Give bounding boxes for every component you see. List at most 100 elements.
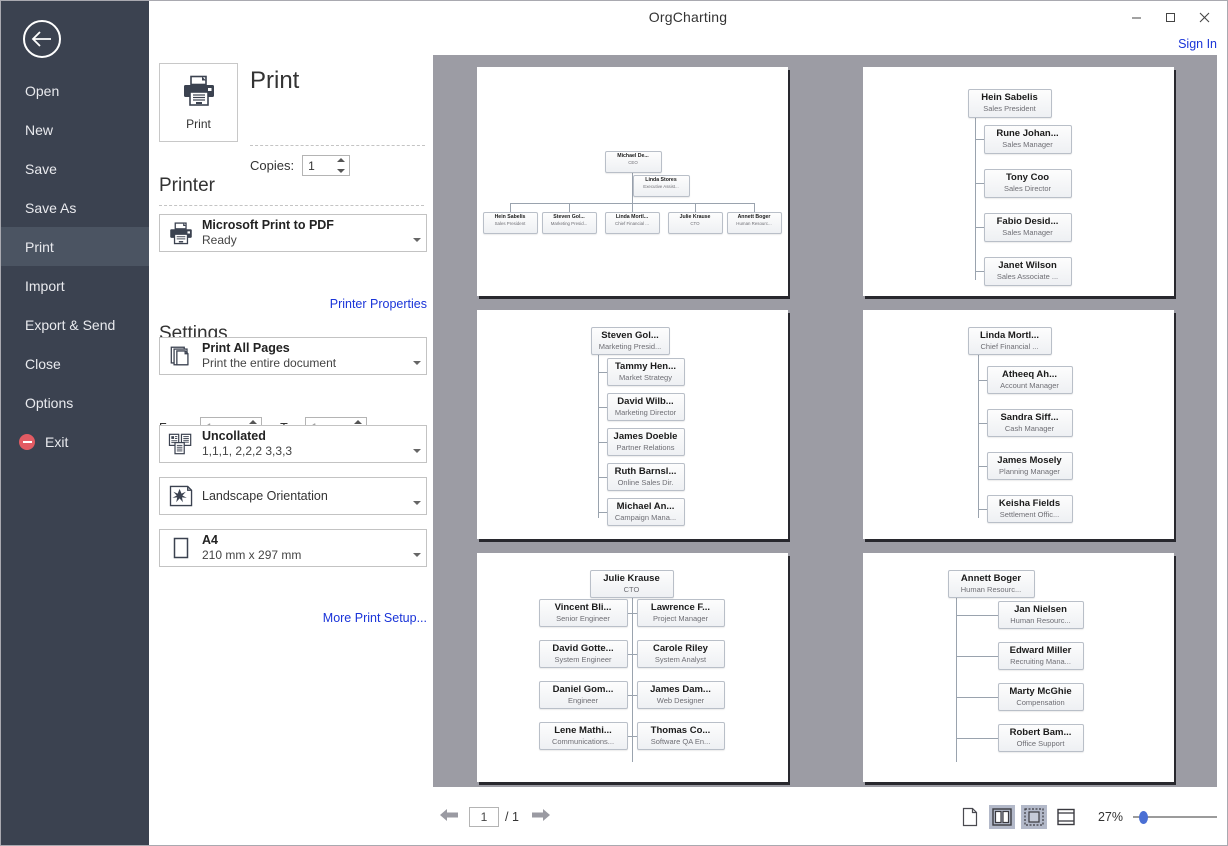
single-page-icon[interactable] — [957, 805, 983, 829]
org-node[interactable]: Julie Krause CTO — [667, 212, 723, 234]
print-preview-area[interactable]: Michael De... CEO Linda Stores Executive… — [433, 55, 1217, 787]
preview-page[interactable]: Steven Gol... Marketing Presid... Tammy … — [476, 310, 788, 539]
maximize-button[interactable] — [1153, 3, 1187, 31]
org-node-root[interactable]: Steven Gol... Marketing Presid... — [590, 327, 670, 355]
preview-page[interactable]: Julie Krause CTO Vincent Bli... Senior E… — [476, 553, 788, 782]
org-node-title: Sales President — [983, 104, 1036, 113]
chevron-down-icon[interactable] — [408, 338, 426, 374]
org-node-root[interactable]: Michael De... CEO — [604, 151, 662, 173]
copies-spinner[interactable] — [335, 157, 346, 174]
page-width-icon[interactable] — [1053, 805, 1079, 829]
orientation-select[interactable]: Landscape Orientation — [159, 477, 427, 515]
org-node-title: Communications... — [551, 737, 615, 746]
preview-page[interactable]: Hein Sabelis Sales President Rune Johan.… — [862, 67, 1174, 296]
preview-page[interactable]: Annett Boger Human Resourc... Jan Nielse… — [862, 553, 1174, 782]
pages-icon — [160, 344, 202, 368]
more-print-setup-link[interactable]: More Print Setup... — [323, 611, 427, 625]
sidebar-item-import[interactable]: Import — [1, 266, 149, 305]
org-node[interactable]: Vincent Bli... Senior Engineer — [538, 599, 628, 627]
org-node-name: Hein Sabelis — [981, 92, 1038, 103]
sidebar-item-export-send[interactable]: Export & Send — [1, 305, 149, 344]
org-node[interactable]: James Dam... Web Designer — [636, 681, 725, 709]
org-node[interactable]: Annett Boger Human Resourc... — [726, 212, 782, 234]
org-node[interactable]: James Mosely Planning Manager — [986, 452, 1073, 480]
copies-stepper[interactable]: 1 — [302, 155, 351, 176]
org-node[interactable]: James Doeble Partner Relations — [606, 428, 685, 456]
preview-page[interactable]: Michael De... CEO Linda Stores Executive… — [476, 67, 788, 296]
chevron-down-icon[interactable] — [408, 426, 426, 462]
org-node[interactable]: Thomas Co... Software QA En... — [636, 722, 725, 750]
org-node-root[interactable]: Julie Krause CTO — [589, 570, 674, 598]
print-button[interactable]: Print — [159, 63, 238, 142]
preview-page[interactable]: Linda Mortl... Chief Financial ... Athee… — [862, 310, 1174, 539]
org-node-name: Julie Krause — [679, 214, 711, 220]
org-node-title: Planning Manager — [999, 467, 1060, 476]
arrow-left-icon[interactable] — [433, 808, 465, 827]
org-node[interactable]: Sandra Siff... Cash Manager — [986, 409, 1073, 437]
arrow-right-icon[interactable] — [525, 808, 557, 827]
org-node[interactable]: Tony Coo Sales Director — [983, 169, 1072, 198]
org-node-name: Michael De... — [617, 153, 649, 159]
org-node-title: Campaign Mana... — [614, 513, 677, 522]
minimize-button[interactable] — [1119, 3, 1153, 31]
org-node[interactable]: Rune Johan... Sales Manager — [983, 125, 1072, 154]
chevron-down-icon[interactable] — [408, 478, 426, 514]
org-node[interactable]: Ruth Barnsl... Online Sales Dir. — [606, 463, 685, 491]
zoom-slider[interactable] — [1133, 810, 1217, 824]
sidebar-item-print[interactable]: Print — [1, 227, 149, 266]
org-chart-tech: Julie Krause CTO Vincent Bli... Senior E… — [477, 553, 788, 782]
sidebar-item-save[interactable]: Save — [1, 149, 149, 188]
sidebar-item-save-as[interactable]: Save As — [1, 188, 149, 227]
close-button[interactable] — [1187, 3, 1221, 31]
sidebar-item-close[interactable]: Close — [1, 344, 149, 383]
org-node-root[interactable]: Linda Mortl... Chief Financial ... — [967, 327, 1052, 355]
org-node[interactable]: Robert Bam... Office Support — [997, 724, 1084, 752]
org-node[interactable]: Michael An... Campaign Mana... — [606, 498, 685, 526]
chevron-down-icon[interactable] — [408, 530, 426, 566]
org-node[interactable]: Hein Sabelis Sales President — [482, 212, 538, 234]
page-range-name: Print All Pages — [202, 341, 290, 355]
org-node[interactable]: David Gotte... System Engineer — [538, 640, 628, 668]
print-heading: Print — [250, 67, 300, 94]
sidebar-item-label: Options — [25, 394, 74, 411]
sidebar-item-options[interactable]: Options — [1, 383, 149, 422]
org-node-assistant[interactable]: Linda Stores Executive Assist... — [632, 175, 690, 197]
sidebar-item-new[interactable]: New — [1, 110, 149, 149]
org-node[interactable]: Edward Miller Recruiting Mana... — [997, 642, 1084, 670]
sidebar-item-label: Close — [25, 355, 61, 372]
org-node[interactable]: Lawrence F... Project Manager — [636, 599, 725, 627]
org-node[interactable]: Fabio Desid... Sales Manager — [983, 213, 1072, 242]
org-node[interactable]: Atheeq Ah... Account Manager — [986, 366, 1073, 394]
org-node[interactable]: Steven Gol... Marketing Presid... — [541, 212, 597, 234]
org-node-root[interactable]: Hein Sabelis Sales President — [967, 89, 1052, 118]
org-node-root[interactable]: Annett Boger Human Resourc... — [947, 570, 1035, 598]
org-node[interactable]: Marty McGhie Compensation — [997, 683, 1084, 711]
two-page-icon[interactable] — [988, 805, 1015, 829]
paper-size-select[interactable]: A4 210 mm x 297 mm — [159, 529, 427, 567]
org-node[interactable]: Jan Nielsen Human Resourc... — [997, 601, 1084, 629]
page-number-input[interactable]: 1 — [469, 807, 499, 827]
org-node[interactable]: Keisha Fields Settlement Offic... — [986, 495, 1073, 523]
sidebar-item-exit[interactable]: Exit — [1, 422, 149, 461]
collation-select[interactable]: Uncollated 1,1,1, 2,2,2 3,3,3 — [159, 425, 427, 463]
org-node-name: Hein Sabelis — [494, 214, 526, 220]
sign-in-link[interactable]: Sign In — [1178, 37, 1217, 51]
sidebar-item-open[interactable]: Open — [1, 71, 149, 110]
fit-page-icon[interactable] — [1020, 805, 1047, 829]
chevron-down-icon[interactable] — [408, 215, 426, 251]
org-node[interactable]: Janet Wilson Sales Associate ... — [983, 257, 1072, 286]
org-node[interactable]: Tammy Hen... Market Strategy — [606, 358, 685, 386]
printer-select[interactable]: Microsoft Print to PDF Ready — [159, 214, 427, 252]
zoom-slider-handle[interactable] — [1139, 810, 1148, 824]
org-node-title: Sales Manager — [1002, 228, 1053, 237]
printer-properties-link[interactable]: Printer Properties — [330, 297, 427, 311]
org-node[interactable]: Carole Riley System Analyst — [636, 640, 725, 668]
org-node[interactable]: David Wilb... Marketing Director — [606, 393, 685, 421]
org-node[interactable]: Lene Mathi... Communications... — [538, 722, 628, 750]
back-arrow-icon[interactable] — [23, 20, 61, 58]
org-node-name: Michael An... — [616, 501, 675, 512]
org-node-title: Web Designer — [656, 696, 705, 705]
org-node[interactable]: Linda Mortl... Chief Financial ... — [604, 212, 660, 234]
org-node[interactable]: Daniel Gom... Engineer — [538, 681, 628, 709]
page-range-select[interactable]: Print All Pages Print the entire documen… — [159, 337, 427, 375]
